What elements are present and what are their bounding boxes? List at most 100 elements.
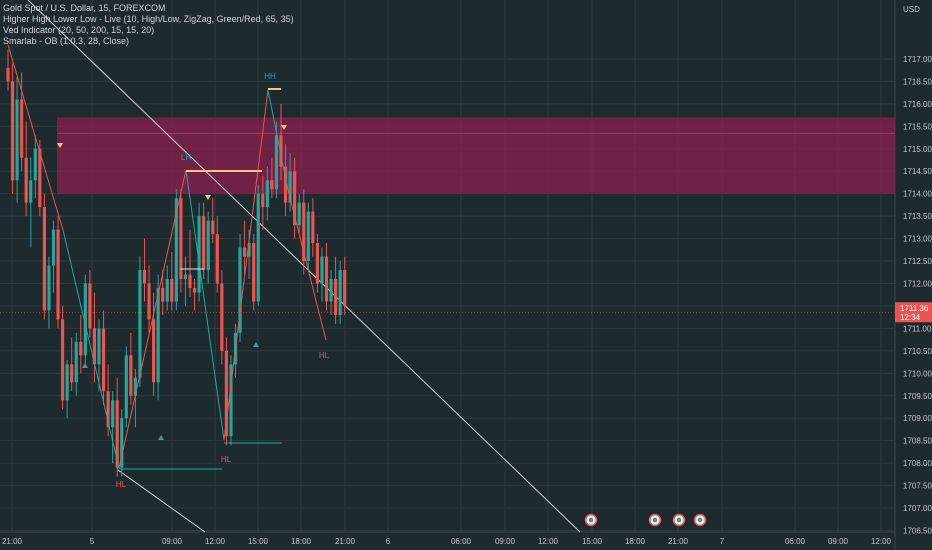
candle-body[interactable] xyxy=(261,193,265,208)
candle-body[interactable] xyxy=(274,135,279,190)
candle-body[interactable] xyxy=(243,247,247,257)
candle-body[interactable] xyxy=(252,243,256,302)
y-tick-label: 1716.00 xyxy=(903,100,932,109)
candle-body[interactable] xyxy=(161,287,165,302)
candle-body[interactable] xyxy=(152,319,156,383)
candle-body[interactable] xyxy=(29,180,33,203)
candle-body[interactable] xyxy=(79,341,83,356)
y-tick-label: 1712.50 xyxy=(903,257,932,266)
candle-body[interactable] xyxy=(15,99,19,181)
candle-body[interactable] xyxy=(61,319,65,401)
candle-body[interactable] xyxy=(334,279,338,315)
candle-body[interactable] xyxy=(179,198,183,280)
x-tick-label: 21:00 xyxy=(335,537,356,546)
candle-body[interactable] xyxy=(10,81,15,181)
candle-body[interactable] xyxy=(142,270,147,284)
y-tick-label: 1709.00 xyxy=(903,414,932,423)
x-tick-label: 12:00 xyxy=(538,537,559,546)
candle-body[interactable] xyxy=(88,283,92,329)
candle-body[interactable] xyxy=(101,328,106,392)
candle-body[interactable] xyxy=(215,234,219,284)
legend-symbol[interactable]: Gold Spot / U.S. Dollar, 15, FOREXCOM xyxy=(3,3,294,14)
candle-body[interactable] xyxy=(42,207,46,311)
swing-label-lh: LH xyxy=(181,153,191,162)
currency-label: USD xyxy=(903,5,920,14)
candle-body[interactable] xyxy=(47,265,51,311)
candle-body[interactable] xyxy=(33,148,37,181)
candle-body[interactable] xyxy=(138,270,142,378)
candle-body[interactable] xyxy=(311,211,315,244)
legend-indicator-hhll[interactable]: Higher High Lower Low - Live (10, High/L… xyxy=(3,14,294,25)
x-tick-label: 18:00 xyxy=(625,537,646,546)
swing-label-hl: HL xyxy=(221,455,232,464)
y-tick-label: 1717.00 xyxy=(903,55,932,64)
x-tick-label: 21:00 xyxy=(668,537,689,546)
candle-body[interactable] xyxy=(74,341,78,383)
x-tick-label: 09:00 xyxy=(495,537,516,546)
x-tick-label: 21:00 xyxy=(2,537,23,546)
candle-body[interactable] xyxy=(192,287,197,293)
y-tick-label: 1711.00 xyxy=(903,324,932,333)
candle-body[interactable] xyxy=(129,355,133,396)
candle-body[interactable] xyxy=(329,279,333,302)
candle-body[interactable] xyxy=(315,243,319,284)
chart-legend: Gold Spot / U.S. Dollar, 15, FOREXCOM Hi… xyxy=(3,3,294,47)
y-tick-label: 1712.00 xyxy=(903,280,932,289)
swing-label-hl: HL xyxy=(116,480,127,489)
y-tick-label: 1710.00 xyxy=(903,369,932,378)
candle-body[interactable] xyxy=(56,229,60,320)
x-tick-label: 15:00 xyxy=(582,537,603,546)
y-tick-label: 1713.50 xyxy=(903,212,932,221)
candle-body[interactable] xyxy=(65,364,69,401)
swing-label-hh: HH xyxy=(264,72,276,81)
y-tick-label: 1708.50 xyxy=(903,437,932,446)
candle-body[interactable] xyxy=(338,270,342,315)
candle-body[interactable] xyxy=(211,220,215,235)
candle-body[interactable] xyxy=(70,364,74,383)
y-tick-label: 1716.50 xyxy=(903,77,932,86)
candle-body[interactable] xyxy=(24,157,28,203)
candle-body[interactable] xyxy=(111,400,115,428)
candle-body[interactable] xyxy=(183,274,188,280)
candle-body[interactable] xyxy=(220,283,224,351)
candle-body[interactable] xyxy=(188,274,192,288)
swing-label-hl: HL xyxy=(319,351,330,360)
legend-indicator-ob[interactable]: Smarlab - OB (1.0.3, 28, Close) xyxy=(3,36,294,47)
candle-body[interactable] xyxy=(306,211,310,262)
candle-body[interactable] xyxy=(256,193,260,302)
candle-body[interactable] xyxy=(202,216,206,271)
candle-body[interactable] xyxy=(297,202,301,226)
candle-body[interactable] xyxy=(320,256,324,284)
x-tick-label: 15:00 xyxy=(248,537,269,546)
candle-body[interactable] xyxy=(270,180,274,190)
y-tick-label: 1709.50 xyxy=(903,392,932,401)
candle-body[interactable] xyxy=(20,99,24,158)
candle-body[interactable] xyxy=(97,328,101,365)
y-tick-label: 1713.00 xyxy=(903,235,932,244)
candle-body[interactable] xyxy=(165,279,169,302)
chart-canvas[interactable]: 1717.00 1716.50 1716.00 1715.50 1715.00 1714.… xyxy=(0,0,932,550)
chart-root: 1717.00 1716.50 1716.00 1715.50 1715.00 1714.… xyxy=(0,0,932,550)
x-tick-label: 12:00 xyxy=(205,537,226,546)
x-tick-label: 6 xyxy=(386,537,391,546)
candle-body[interactable] xyxy=(6,67,10,82)
candle-body[interactable] xyxy=(206,220,210,271)
y-tick-label: 1715.00 xyxy=(903,145,932,154)
economic-event-flag-icon xyxy=(652,517,658,523)
candle-body[interactable] xyxy=(343,270,347,306)
candle-body[interactable] xyxy=(147,283,151,320)
legend-indicator-ved[interactable]: Ved Indicator (20, 50, 200, 15, 15, 20) xyxy=(3,25,294,36)
y-tick-label: 1708.00 xyxy=(903,459,932,468)
x-tick-label: 18:00 xyxy=(291,537,312,546)
candle-body[interactable] xyxy=(324,256,329,302)
candle-body[interactable] xyxy=(170,279,174,302)
candle-body[interactable] xyxy=(265,180,269,208)
candle-body[interactable] xyxy=(51,229,56,266)
economic-event-flag-icon xyxy=(697,517,703,523)
y-tick-label: 1707.50 xyxy=(903,482,932,491)
y-tick-label: 1707.00 xyxy=(903,504,932,513)
x-tick-label: 7 xyxy=(720,537,725,546)
x-tick-label: 06:00 xyxy=(451,537,472,546)
candle-body[interactable] xyxy=(156,287,160,383)
candle-body[interactable] xyxy=(124,355,128,419)
